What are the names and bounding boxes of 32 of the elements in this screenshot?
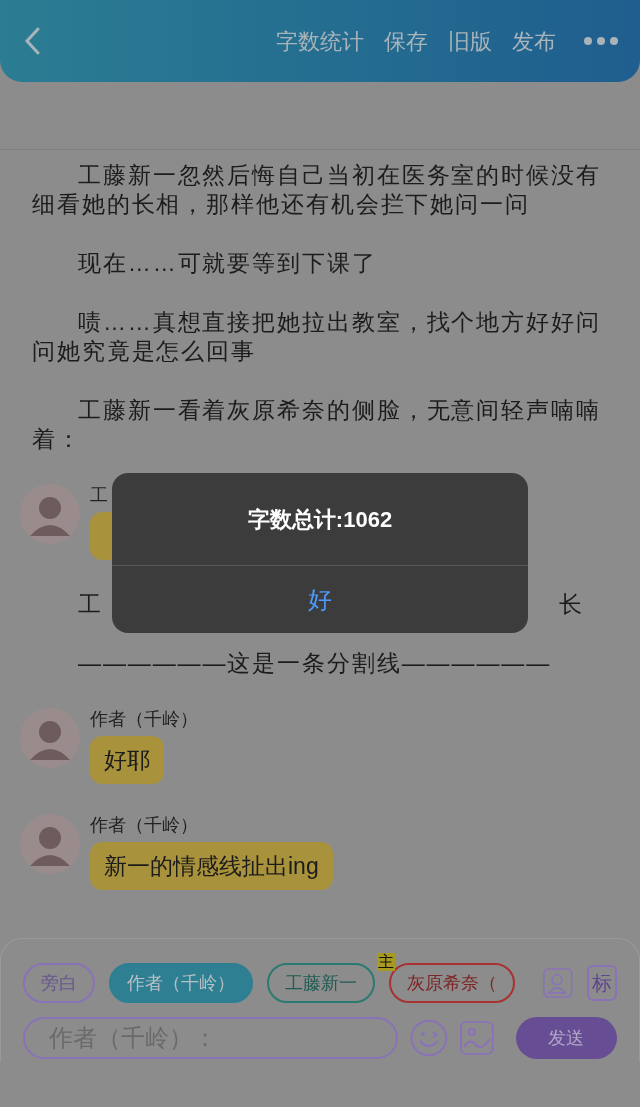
role-badge: 主 xyxy=(377,953,395,971)
author-name: 作者（千岭） xyxy=(90,814,198,836)
role-chip[interactable]: 灰原希奈（ xyxy=(389,963,515,1003)
paragraph-fragment: 工 xyxy=(78,590,101,619)
author-name: 作者（千岭） xyxy=(90,708,198,730)
header-action[interactable]: 旧版 xyxy=(448,24,492,58)
paragraph: 工藤新一忽然后悔自己当初在医务室的时候没有细看她的长相，那样他还有机会拦下她问一问 xyxy=(32,161,602,219)
avatar-icon xyxy=(20,814,80,874)
paragraph: 啧……真想直接把她拉出教室，找个地方好好问问她究竟是怎么回事 xyxy=(32,308,602,366)
paragraph: ——————这是一条分割线—————— xyxy=(77,649,553,678)
back-icon[interactable] xyxy=(22,26,42,56)
role-chip[interactable]: 工藤新一 xyxy=(267,963,375,1003)
mark-button[interactable]: 标 xyxy=(586,965,617,1001)
paragraph-fragment: 长 xyxy=(559,590,582,619)
avatar-icon xyxy=(20,484,80,544)
header-action[interactable]: 发布 xyxy=(512,24,556,58)
send-button[interactable]: 发送 xyxy=(515,1017,617,1059)
header-action[interactable]: 字数统计 xyxy=(276,24,364,58)
avatar-icon xyxy=(20,708,80,768)
role-chip[interactable]: 作者（千岭） xyxy=(109,963,253,1003)
header-action[interactable]: 保存 xyxy=(384,24,428,58)
more-icon[interactable] xyxy=(584,37,618,45)
emoji-icon[interactable] xyxy=(410,1019,449,1057)
message-bubble: 好耶 xyxy=(90,736,164,784)
contact-icon[interactable] xyxy=(543,965,573,1001)
paragraph: 现在……可就要等到下课了 xyxy=(77,249,378,278)
message-bubble: 新一的情感线扯出ing xyxy=(90,842,333,890)
image-icon[interactable] xyxy=(460,1021,494,1055)
dialog-title: 字数总计:1062 xyxy=(247,505,393,534)
paragraph: 工藤新一看着灰原希奈的侧脸，无意间轻声喃喃着： xyxy=(32,396,602,454)
author-name: 工 xyxy=(90,484,108,506)
ok-button[interactable]: 好 xyxy=(112,566,528,633)
